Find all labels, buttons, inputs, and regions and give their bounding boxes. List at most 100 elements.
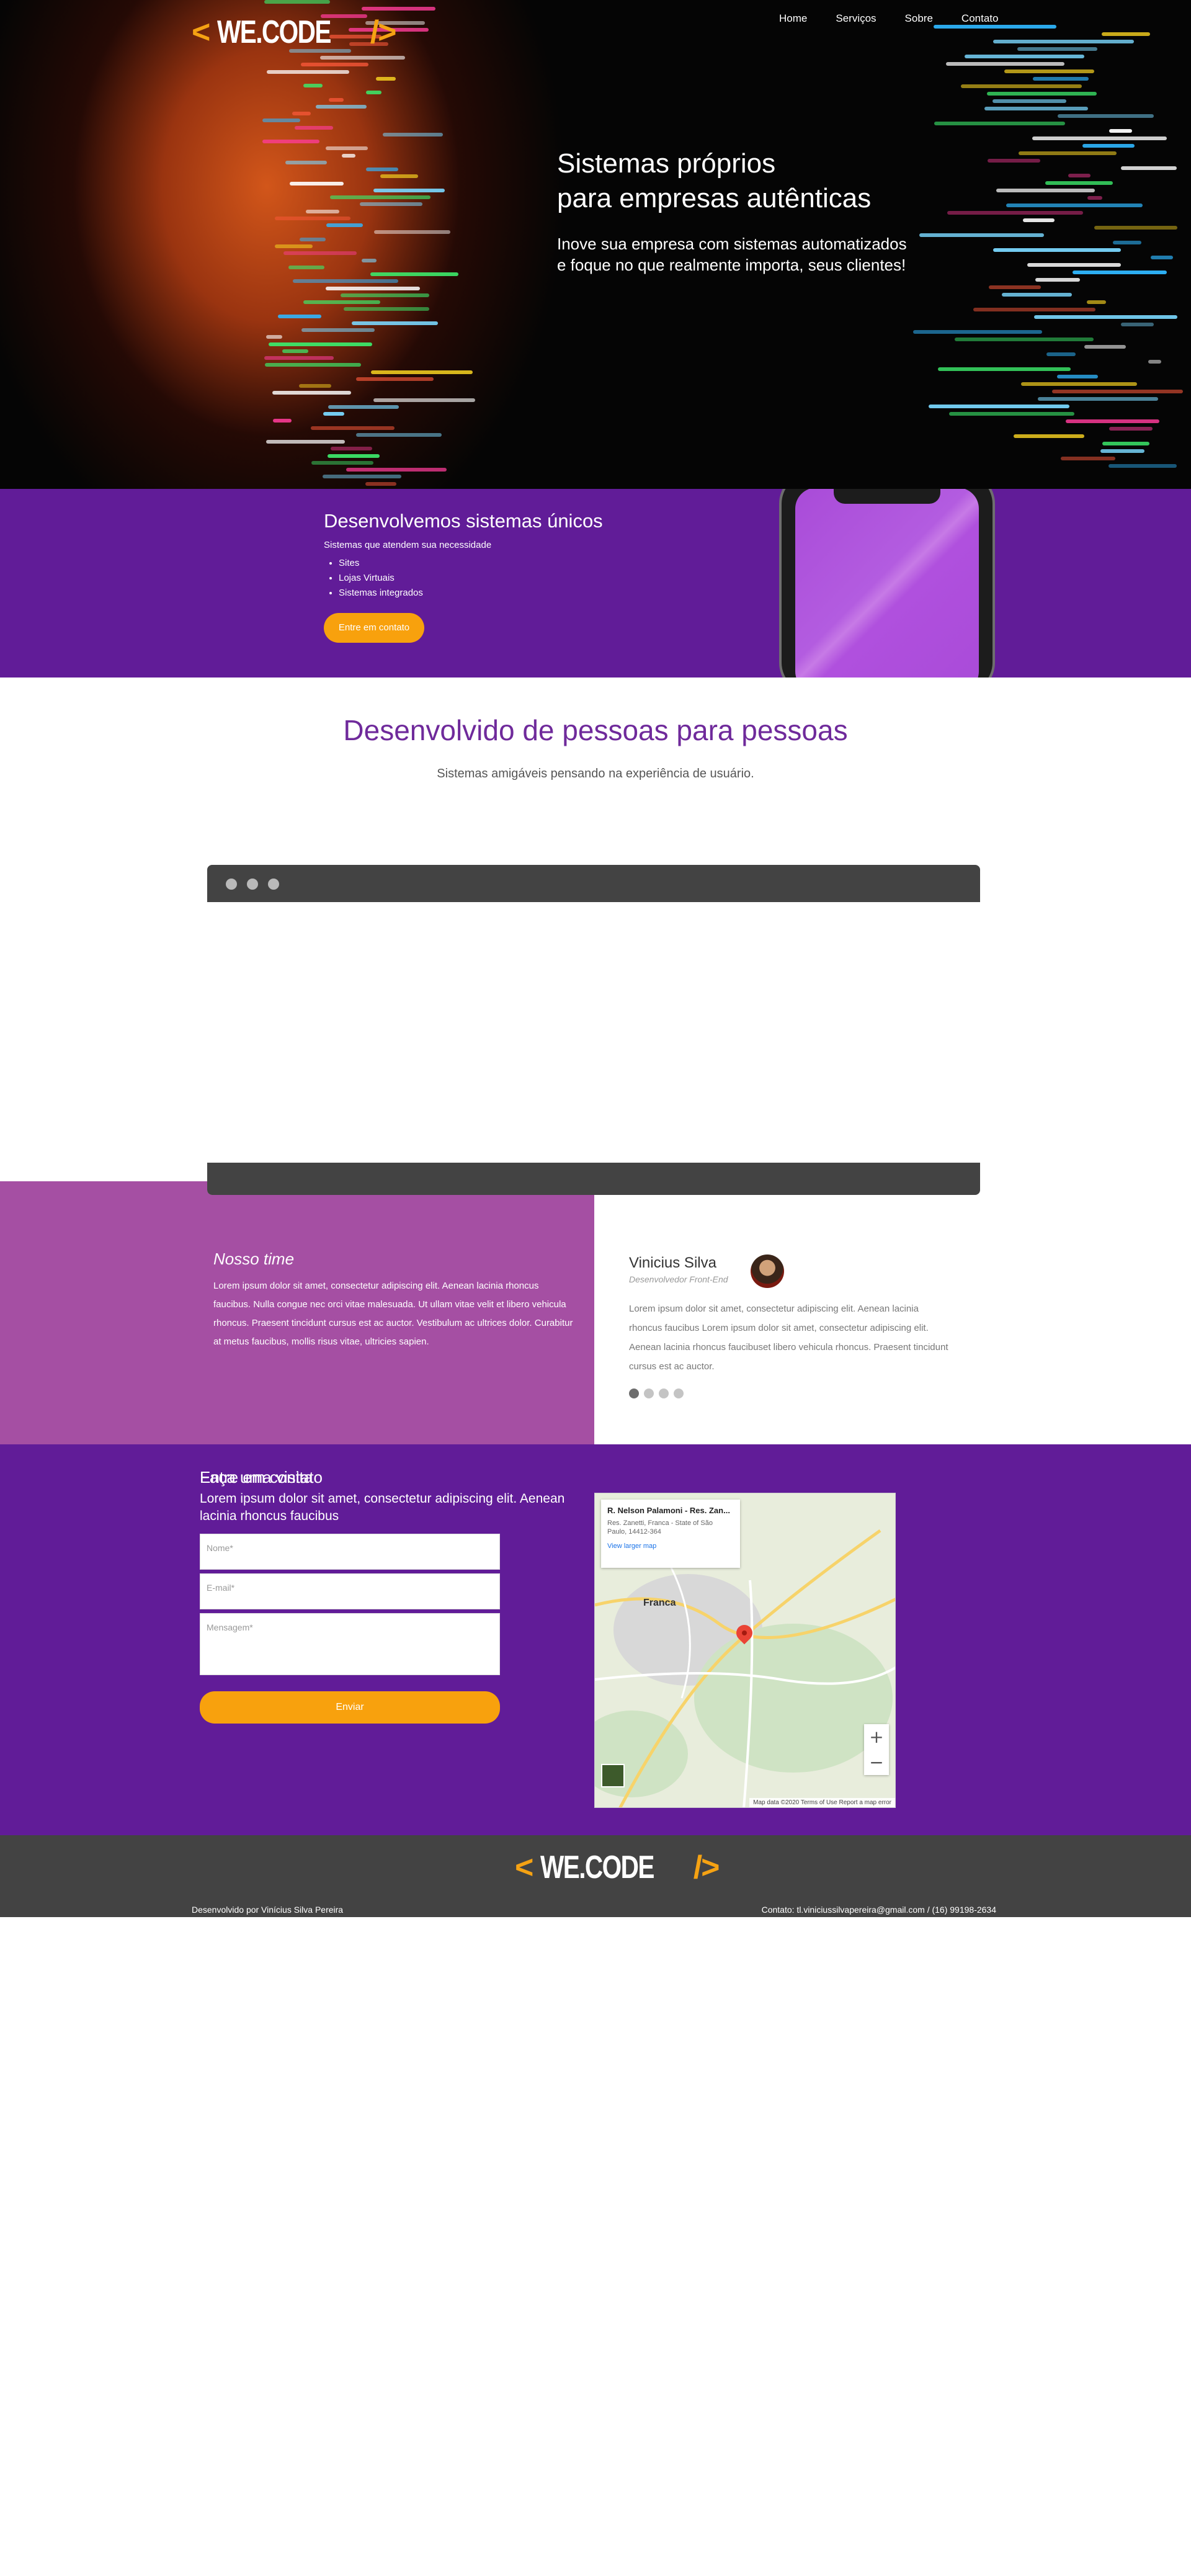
code-line (1033, 315, 1178, 319)
code-line (1051, 390, 1184, 393)
code-line (1021, 382, 1137, 386)
contact-cta-button[interactable]: Entre em contato (324, 613, 424, 643)
code-line (1046, 352, 1076, 356)
code-line (934, 122, 1065, 125)
code-line (274, 244, 313, 248)
carousel-dot[interactable] (644, 1389, 654, 1398)
code-line (984, 107, 1088, 110)
code-line (295, 125, 333, 130)
map-embed[interactable]: R. Nelson Palamoni - Res. Zan... Res. Za… (594, 1493, 896, 1808)
code-line (351, 321, 439, 325)
code-line (371, 370, 473, 374)
code-line (1084, 345, 1126, 349)
code-line (311, 460, 373, 465)
code-line (340, 293, 429, 297)
code-line (996, 189, 1095, 192)
browser-title-bar (207, 865, 980, 902)
submit-button[interactable]: Enviar (200, 1691, 500, 1724)
code-line (303, 84, 323, 88)
code-line (264, 0, 330, 4)
code-line (1113, 241, 1142, 244)
code-line (1108, 129, 1132, 133)
code-line (1087, 196, 1102, 200)
code-line (993, 248, 1121, 252)
browser-mockup (207, 865, 980, 1195)
footer-credit: Desenvolvido por Vinícius Silva Pereira (192, 1905, 344, 1915)
code-line (346, 468, 447, 472)
code-line (938, 367, 1071, 371)
nav-contato[interactable]: Contato (961, 12, 999, 25)
hero-subtitle: Inove sua empresa com sistemas automatiz… (557, 233, 907, 275)
nav-sobre[interactable]: Sobre (905, 12, 933, 25)
map-info-card: R. Nelson Palamoni - Res. Zan... Res. Za… (601, 1500, 740, 1568)
code-line (361, 7, 435, 11)
name-field[interactable]: Nome* (200, 1534, 500, 1570)
phone-mockup (779, 489, 995, 678)
carousel-dot[interactable] (629, 1389, 639, 1398)
services-title: Desenvolvemos sistemas únicos (324, 510, 603, 532)
logo-close-bracket: /> (693, 1849, 720, 1885)
code-line (987, 159, 1040, 163)
code-line (356, 377, 434, 381)
code-line (266, 335, 283, 339)
code-line (1148, 360, 1161, 364)
code-line (1057, 375, 1099, 378)
code-line (262, 119, 301, 123)
code-line (375, 76, 396, 81)
code-line (365, 481, 397, 486)
code-line (1033, 77, 1089, 81)
code-line (1035, 278, 1081, 282)
carousel-dot[interactable] (674, 1389, 684, 1398)
team-title: Nosso time (213, 1250, 295, 1268)
code-line (266, 440, 346, 444)
code-line (306, 209, 340, 213)
map-place-address: Res. Zanetti, Franca - State of São Paul… (607, 1519, 713, 1536)
code-line (945, 62, 1065, 66)
code-line (303, 300, 380, 305)
code-line (947, 211, 1083, 215)
code-line (1004, 69, 1095, 73)
carousel-dot[interactable] (659, 1389, 669, 1398)
code-line (322, 475, 401, 479)
code-line (1108, 464, 1177, 468)
list-item: Sistemas integrados (339, 586, 423, 601)
code-line (327, 454, 380, 458)
contact-section: Entre em contato Lorem ipsum dolor sit a… (0, 1444, 1191, 1835)
satellite-toggle[interactable] (601, 1764, 625, 1787)
logo[interactable]: < WE.CODE /> (192, 14, 397, 51)
code-line (355, 432, 442, 437)
people-title: Desenvolvido de pessoas para pessoas (343, 714, 848, 746)
email-field[interactable]: E-mail* (200, 1573, 500, 1609)
phone-notch (834, 489, 940, 504)
logo-text: WE.CODE (216, 14, 331, 50)
zoom-out-button[interactable]: − (864, 1750, 889, 1775)
view-larger-map-link[interactable]: View larger map (607, 1542, 734, 1550)
message-field[interactable]: Mensagem* (200, 1613, 500, 1675)
code-line (362, 258, 377, 262)
code-line (1013, 434, 1084, 438)
code-line (1120, 166, 1177, 170)
people-subtitle: Sistemas amigáveis pensando na experiênc… (437, 767, 754, 780)
code-line (300, 63, 368, 67)
code-line (1060, 457, 1116, 460)
nav-servicos[interactable]: Serviços (836, 12, 876, 25)
code-line (1094, 226, 1178, 230)
code-line (1006, 203, 1143, 207)
code-line (373, 188, 445, 192)
nav-home[interactable]: Home (779, 12, 807, 25)
code-line (275, 216, 351, 220)
hero-title: Sistemas próprios para empresas autêntic… (557, 146, 871, 216)
footer-logo[interactable]: < WE.CODE /> (515, 1849, 720, 1886)
code-line (301, 328, 375, 333)
code-line (919, 233, 1045, 237)
testimonial-text: Lorem ipsum dolor sit amet, consectetur … (629, 1304, 948, 1372)
person-name: Vinicius Silva (629, 1254, 716, 1271)
logo-open-bracket: < (515, 1849, 533, 1885)
logo-close-bracket: /> (370, 14, 397, 50)
code-line (1100, 449, 1145, 453)
code-line (934, 25, 1057, 29)
code-line (987, 92, 1097, 96)
zoom-in-button[interactable]: + (864, 1724, 889, 1750)
code-line (1017, 47, 1097, 51)
zoom-control: + − (864, 1724, 889, 1775)
